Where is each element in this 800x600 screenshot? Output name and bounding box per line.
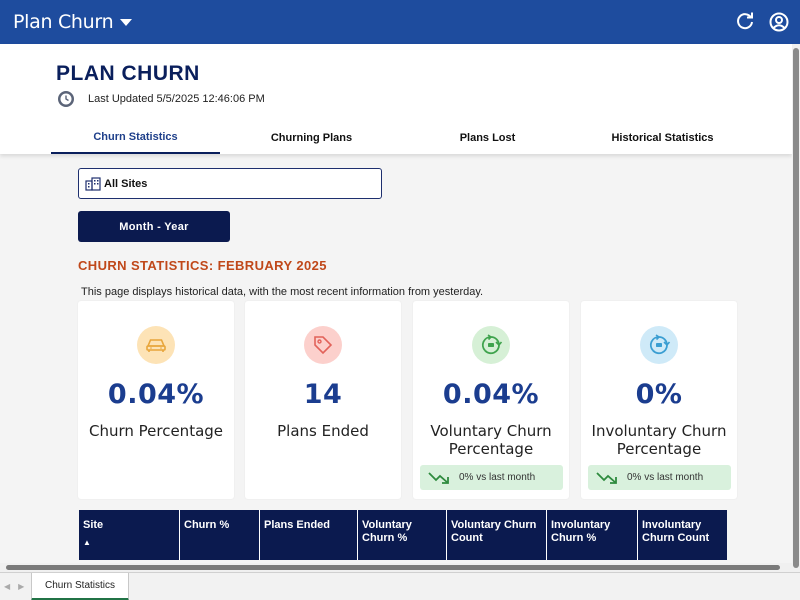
kpi-card-churn-percentage: 0.04% Churn Percentage (78, 301, 234, 499)
section-title: CHURN STATISTICS: FEBRUARY 2025 (78, 258, 327, 273)
app-title-dropdown[interactable]: Plan Churn (13, 11, 133, 33)
kpi-value: 0.04% (107, 379, 205, 410)
sheet-tab-bar: ◀ ▶ Churn Statistics (0, 572, 800, 600)
kpi-label: Plans Ended (277, 422, 369, 440)
section-description: This page displays historical data, with… (81, 286, 484, 298)
clock-icon (57, 90, 75, 108)
building-icon (85, 176, 101, 191)
kpi-value: 14 (303, 379, 343, 410)
vertical-scrollbar[interactable] (792, 44, 800, 572)
kpi-card-voluntary-churn: 0.04% Voluntary Churn Percentage 0% vs l… (413, 301, 569, 499)
sort-ascending-icon: ▲ (83, 538, 91, 547)
page-header: PLAN CHURN Last Updated 5/5/2025 12:46:0… (0, 44, 792, 154)
site-filter-select[interactable]: All Sites (78, 168, 382, 199)
next-sheet-icon[interactable]: ▶ (18, 582, 24, 591)
refresh-icon[interactable] (734, 11, 756, 33)
column-header-voluntary-churn-percent[interactable]: Voluntary Churn % (358, 510, 447, 560)
horizontal-scrollbar[interactable] (0, 563, 792, 572)
site-filter-label: All Sites (104, 177, 148, 190)
trend-text: 0% vs last month (459, 472, 536, 483)
trend-down-icon (596, 471, 618, 485)
car-icon (137, 326, 175, 364)
tag-icon (304, 326, 342, 364)
column-header-involuntary-churn-percent[interactable]: Involuntary Churn % (547, 510, 638, 560)
vertical-scroll-thumb[interactable] (793, 48, 799, 568)
last-updated-text: Last Updated 5/5/2025 12:46:06 PM (88, 93, 265, 105)
tab-churning-plans[interactable]: Churning Plans (227, 122, 396, 154)
app-title-text: Plan Churn (13, 11, 114, 33)
tab-plans-lost[interactable]: Plans Lost (403, 122, 572, 154)
kpi-card-involuntary-churn: 0% Involuntary Churn Percentage 0% vs la… (581, 301, 737, 499)
tab-bar: Churn Statistics Churning Plans Plans Lo… (0, 122, 792, 154)
kpi-label: Churn Percentage (88, 422, 224, 440)
app-top-bar: Plan Churn (0, 0, 800, 44)
trend-text: 0% vs last month (627, 472, 704, 483)
column-header-site[interactable]: Site ▲ (79, 510, 180, 560)
page-title: PLAN CHURN (56, 62, 200, 85)
user-circle-icon[interactable] (768, 11, 790, 33)
horizontal-scroll-thumb[interactable] (6, 565, 780, 570)
trend-badge: 0% vs last month (588, 465, 731, 490)
column-header-plans-ended[interactable]: Plans Ended (260, 510, 358, 560)
recycle-icon (640, 326, 678, 364)
previous-sheet-icon[interactable]: ◀ (4, 582, 10, 591)
kpi-value: 0% (635, 379, 683, 410)
kpi-label: Involuntary Churn Percentage (591, 422, 727, 458)
column-header-voluntary-churn-count[interactable]: Voluntary Churn Count (447, 510, 547, 560)
sheet-nav-arrows: ◀ ▶ (4, 582, 24, 591)
sheet-tab-churn-statistics[interactable]: Churn Statistics (31, 573, 129, 600)
tab-historical-statistics[interactable]: Historical Statistics (578, 122, 747, 154)
kpi-value: 0.04% (442, 379, 540, 410)
tab-churn-statistics[interactable]: Churn Statistics (51, 122, 220, 154)
last-updated: Last Updated 5/5/2025 12:46:06 PM (57, 90, 265, 108)
kpi-card-plans-ended: 14 Plans Ended (245, 301, 401, 499)
trend-badge: 0% vs last month (420, 465, 563, 490)
trend-down-icon (428, 471, 450, 485)
month-year-button[interactable]: Month - Year (78, 211, 230, 242)
column-header-involuntary-churn-count[interactable]: Involuntary Churn Count (638, 510, 727, 560)
recycle-icon (472, 326, 510, 364)
column-header-churn-percent[interactable]: Churn % (180, 510, 260, 560)
site-churn-table: Site ▲ Churn % Plans Ended Voluntary Chu… (79, 510, 727, 560)
kpi-label: Voluntary Churn Percentage (430, 422, 552, 458)
caret-down-icon (120, 18, 133, 26)
